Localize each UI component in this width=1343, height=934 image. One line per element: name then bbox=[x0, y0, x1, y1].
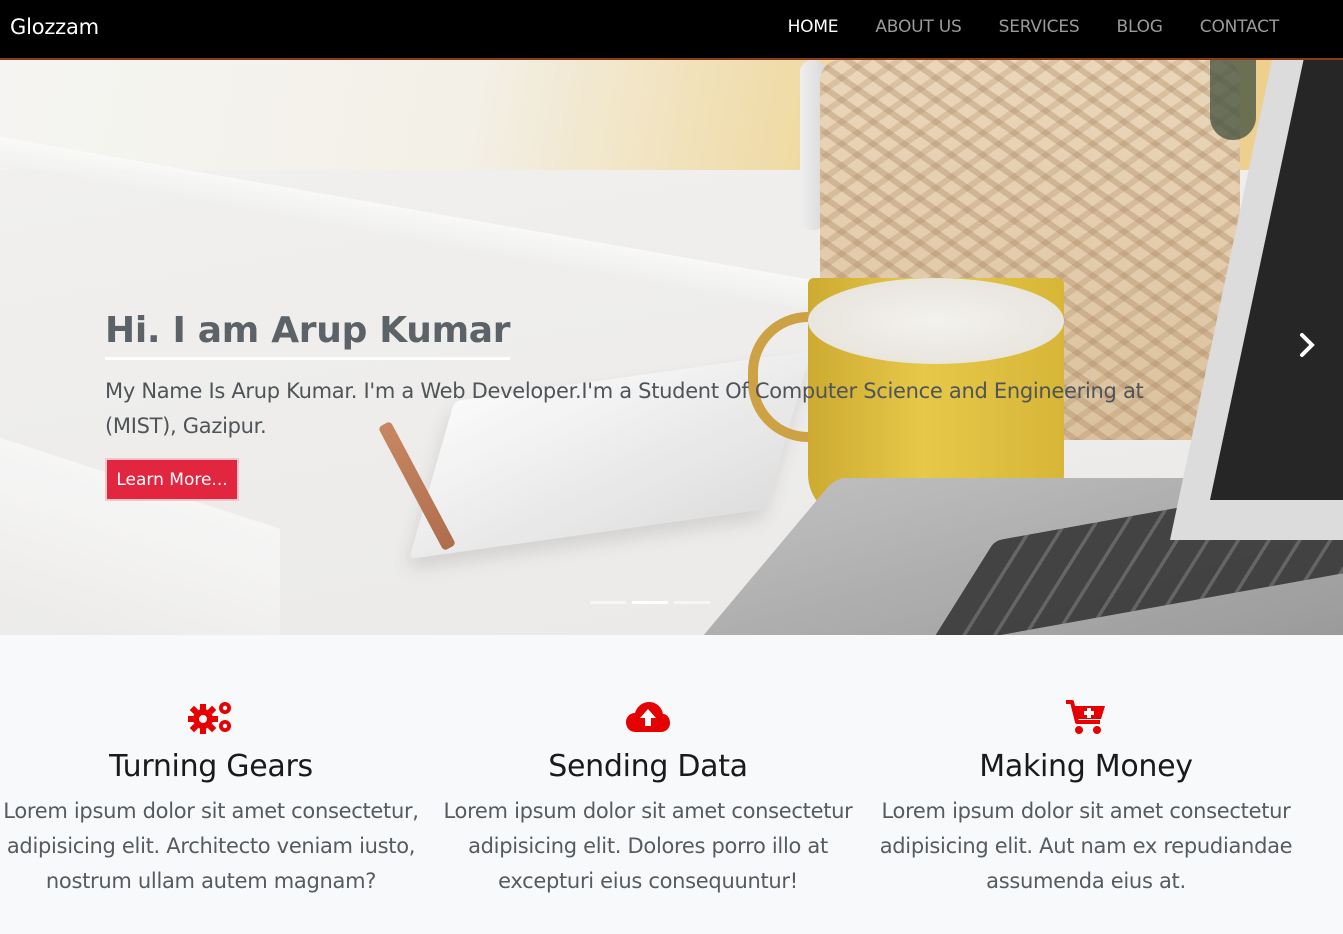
chevron-right-icon bbox=[1300, 333, 1315, 357]
nav-links: HOME ABOUT US SERVICES BLOG CONTACT bbox=[751, 17, 1280, 37]
hero-carousel: Hi. I am Arup Kumar My Name Is Arup Kuma… bbox=[0, 60, 1343, 635]
carousel-indicator-1[interactable] bbox=[590, 601, 626, 604]
nav-link-home[interactable]: HOME bbox=[788, 17, 839, 37]
cloud-upload-icon bbox=[438, 697, 858, 737]
hero-title: Hi. I am Arup Kumar bbox=[105, 310, 511, 360]
feature-text: Lorem ipsum dolor sit amet consectetur a… bbox=[443, 799, 853, 893]
nav-link-contact[interactable]: CONTACT bbox=[1200, 17, 1279, 37]
carousel-indicator-3[interactable] bbox=[674, 601, 710, 604]
feature-text: Lorem ipsum dolor sit amet consectetur, … bbox=[3, 799, 419, 893]
brand-logo[interactable]: Glozzam bbox=[10, 15, 99, 39]
feature-title: Sending Data bbox=[548, 749, 748, 784]
feature-sending-data: Sending Data Lorem ipsum dolor sit amet … bbox=[438, 697, 858, 899]
carousel-next-button[interactable] bbox=[1290, 328, 1324, 362]
cart-plus-icon bbox=[876, 697, 1296, 737]
gears-icon bbox=[1, 697, 421, 737]
features-section: Turning Gears Lorem ipsum dolor sit amet… bbox=[0, 635, 1343, 934]
learn-more-button[interactable]: Learn More... bbox=[105, 458, 239, 501]
nav-link-services[interactable]: SERVICES bbox=[999, 17, 1080, 37]
feature-turning-gears: Turning Gears Lorem ipsum dolor sit amet… bbox=[1, 697, 421, 899]
hero-description: My Name Is Arup Kumar. I'm a Web Develop… bbox=[105, 379, 1144, 438]
carousel-indicator-2[interactable] bbox=[632, 601, 668, 604]
nav-link-blog[interactable]: BLOG bbox=[1116, 17, 1162, 37]
feature-title: Turning Gears bbox=[109, 749, 313, 784]
feature-text: Lorem ipsum dolor sit amet consectetur a… bbox=[879, 799, 1293, 893]
nav-link-about[interactable]: ABOUT US bbox=[875, 17, 961, 37]
navbar: Glozzam HOME ABOUT US SERVICES BLOG CONT… bbox=[0, 0, 1343, 60]
feature-title: Making Money bbox=[979, 749, 1193, 784]
carousel-indicators bbox=[590, 601, 710, 604]
feature-making-money: Making Money Lorem ipsum dolor sit amet … bbox=[876, 697, 1296, 899]
